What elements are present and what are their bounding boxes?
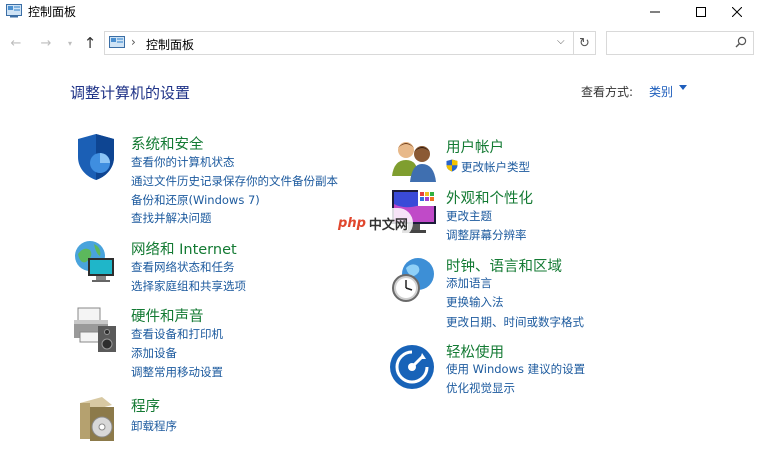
up-button[interactable]: ↑ [80, 33, 100, 53]
link-devices-printers[interactable]: 查看设备和打印机 [131, 326, 223, 342]
maximize-icon [696, 7, 706, 17]
category-title-clock-region[interactable]: 时钟、语言和区域 [446, 255, 562, 276]
link-windows-suggested-settings[interactable]: 使用 Windows 建议的设置 [446, 361, 585, 377]
arrow-right-icon: → [40, 35, 52, 51]
address-bar[interactable]: › 控制面板 ⌵ [104, 31, 574, 55]
globe-network-icon[interactable] [70, 236, 122, 288]
breadcrumb-separator[interactable]: › [131, 35, 136, 49]
link-backup-restore[interactable]: 备份和还原(Windows 7) [131, 192, 260, 208]
forward-button[interactable]: → [36, 33, 56, 53]
category-title-network-internet[interactable]: 网络和 Internet [131, 238, 237, 259]
clock-globe-icon[interactable] [388, 254, 440, 306]
minimize-icon [650, 11, 660, 13]
link-screen-resolution[interactable]: 调整屏幕分辨率 [446, 227, 527, 243]
arrow-up-icon: ↑ [83, 34, 97, 52]
watermark-php: php [338, 215, 366, 231]
title-bar: 控制面板 [0, 0, 760, 24]
minimize-button[interactable] [632, 0, 678, 24]
chevron-down-icon: ▾ [67, 38, 72, 48]
printer-speaker-icon[interactable] [70, 304, 122, 356]
close-icon [732, 7, 742, 17]
link-view-computer-status[interactable]: 查看你的计算机状态 [131, 154, 235, 170]
program-box-icon[interactable] [72, 393, 124, 445]
watermark-cn: 中文网 [368, 217, 408, 233]
category-title-hardware-sound[interactable]: 硬件和声音 [131, 305, 204, 326]
link-change-input-method[interactable]: 更换输入法 [446, 294, 504, 310]
view-by-label: 查看方式: [581, 85, 634, 99]
view-by-dropdown[interactable]: 类别 [649, 83, 673, 100]
category-title-ease-of-access[interactable]: 轻松使用 [446, 341, 504, 362]
refresh-icon: ↻ [579, 35, 590, 51]
link-uninstall-program[interactable]: 卸载程序 [131, 418, 177, 434]
link-mobility-settings[interactable]: 调整常用移动设置 [131, 364, 223, 380]
recent-locations-button[interactable]: ▾ [60, 33, 80, 53]
window-title: 控制面板 [28, 5, 77, 19]
back-button[interactable]: ← [6, 33, 26, 53]
link-network-status[interactable]: 查看网络状态和任务 [131, 259, 235, 275]
refresh-button[interactable]: ↻ [574, 31, 596, 55]
category-title-system-security[interactable]: 系统和安全 [131, 133, 204, 154]
page-heading: 调整计算机的设置 [70, 84, 191, 102]
link-change-account-type[interactable]: 更改帐户类型 [461, 159, 530, 175]
category-title-programs[interactable]: 程序 [131, 395, 160, 416]
link-file-history-backup[interactable]: 通过文件历史记录保存你的文件备份副本 [131, 173, 338, 189]
link-add-device[interactable]: 添加设备 [131, 345, 177, 361]
ease-of-access-icon[interactable] [388, 341, 440, 393]
arrow-left-icon: ← [10, 35, 22, 51]
uac-shield-icon [446, 159, 458, 172]
category-title-appearance[interactable]: 外观和个性化 [446, 187, 533, 208]
link-homegroup-sharing[interactable]: 选择家庭组和共享选项 [131, 278, 246, 294]
link-add-language[interactable]: 添加语言 [446, 275, 492, 291]
breadcrumb-control-panel[interactable]: 控制面板 [146, 36, 194, 53]
chevron-down-icon[interactable]: ⌵ [557, 36, 565, 47]
navigation-bar: ← → ▾ ↑ › 控制面板 ⌵ ↻ [0, 30, 760, 56]
link-optimize-visual-display[interactable]: 优化视觉显示 [446, 380, 515, 396]
search-input[interactable] [606, 31, 754, 55]
link-change-date-time-format[interactable]: 更改日期、时间或数字格式 [446, 314, 584, 330]
control-panel-icon [6, 4, 22, 18]
category-title-user-accounts[interactable]: 用户帐户 [446, 136, 504, 157]
close-button[interactable] [714, 0, 760, 24]
users-icon[interactable] [388, 134, 440, 186]
shield-icon[interactable] [70, 131, 122, 183]
link-change-theme[interactable]: 更改主题 [446, 208, 492, 224]
search-icon [735, 36, 747, 48]
link-troubleshoot[interactable]: 查找并解决问题 [131, 210, 212, 226]
watermark-logo: php 中文网 [333, 208, 413, 238]
control-panel-icon [109, 36, 125, 48]
dropdown-arrow-icon[interactable] [679, 85, 687, 90]
